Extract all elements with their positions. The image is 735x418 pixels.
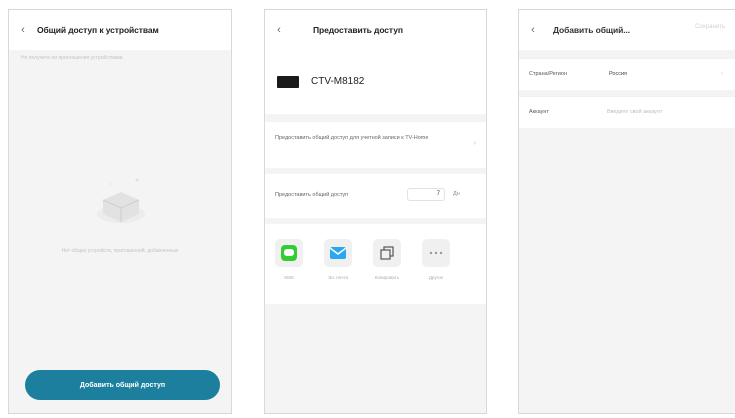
device-thumbnail-icon xyxy=(277,76,299,88)
account-row: Аккаунт Введите свой аккаунт xyxy=(519,96,735,128)
page-title: Общий доступ к устройствам xyxy=(37,25,159,35)
country-value: Россия xyxy=(609,71,628,77)
top-bar: ‹ Общий доступ к устройствам xyxy=(9,10,231,50)
account-input[interactable]: Введите свой аккаунт xyxy=(607,109,662,115)
country-region-row[interactable]: Страна/Регион Россия › xyxy=(519,58,735,90)
app-label: Другое xyxy=(428,275,444,280)
top-bar: ‹ Добавить общий... Сохранить xyxy=(519,10,735,50)
grant-access-screen: ‹ Предоставить доступ CTV-M8182 Предоста… xyxy=(264,9,487,414)
back-arrow-icon[interactable]: ‹ xyxy=(519,24,547,36)
back-arrow-icon[interactable]: ‹ xyxy=(9,24,37,36)
duration-input[interactable]: 7 xyxy=(407,188,445,201)
page-title: Предоставить доступ xyxy=(313,25,403,35)
device-name: CTV-M8182 xyxy=(311,76,365,87)
more-icon xyxy=(422,239,450,267)
chevron-right-icon: › xyxy=(720,70,723,77)
device-sharing-screen: ‹ Общий доступ к устройствам Не получите… xyxy=(8,9,232,414)
share-sms-button[interactable]: SMS xyxy=(271,239,307,280)
app-label: Копировать xyxy=(374,275,400,280)
share-copy-button[interactable]: Копировать xyxy=(369,239,405,280)
share-apps-row: SMS Эл. почта Копировать Другое xyxy=(265,224,486,304)
save-button[interactable]: Сохранить xyxy=(695,24,725,30)
share-description: Предоставить общий доступ для учетной за… xyxy=(275,135,429,141)
duration-row: Предоставить общий доступ 7 Дн xyxy=(265,174,486,218)
empty-state-text: Нет общих устройств, приглашений, добавл… xyxy=(61,248,179,254)
duration-label: Предоставить общий доступ xyxy=(275,192,349,198)
account-label: Аккаунт xyxy=(529,109,549,115)
back-arrow-icon[interactable]: ‹ xyxy=(265,24,293,36)
top-bar: ‹ Предоставить доступ xyxy=(265,10,486,50)
email-icon xyxy=(324,239,352,267)
app-label: SMS xyxy=(284,275,294,280)
sms-icon xyxy=(275,239,303,267)
info-note: Не получите ли приглашения устройствами xyxy=(21,55,123,61)
page-title: Добавить общий... xyxy=(553,25,630,35)
share-email-button[interactable]: Эл. почта xyxy=(320,239,356,280)
duration-unit: Дн xyxy=(453,191,460,197)
chevron-right-icon: › xyxy=(473,140,476,147)
copy-icon xyxy=(373,239,401,267)
app-label: Эл. почта xyxy=(328,275,348,280)
empty-box-icon xyxy=(97,178,145,223)
country-label: Страна/Регион xyxy=(529,71,567,77)
add-share-screen: ‹ Добавить общий... Сохранить Страна/Рег… xyxy=(518,9,735,414)
share-more-button[interactable]: Другое xyxy=(418,239,454,280)
share-account-row[interactable]: Предоставить общий доступ для учетной за… xyxy=(265,122,486,168)
add-sharing-button[interactable]: Добавить общий доступ xyxy=(25,370,220,400)
device-row: CTV-M8182 xyxy=(265,50,486,114)
